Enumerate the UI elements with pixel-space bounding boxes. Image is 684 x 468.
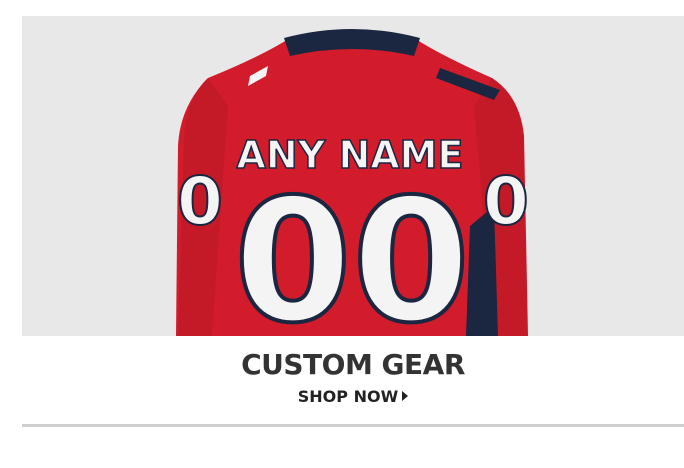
promo-banner-image[interactable]: ANY NAME 00 0 0: [22, 16, 684, 336]
shop-now-link[interactable]: SHOP NOW: [22, 387, 684, 407]
sleeve-number-left: 0: [177, 163, 223, 240]
jersey-illustration: ANY NAME 00 0 0: [176, 29, 530, 336]
jersey-number: 00: [234, 163, 471, 336]
sleeve-number-right: 0: [483, 163, 529, 240]
promo-headline: CUSTOM GEAR: [241, 348, 465, 381]
shop-now-label: SHOP NOW: [297, 387, 399, 406]
section-divider: [22, 424, 684, 427]
caret-right-icon: [402, 391, 409, 401]
